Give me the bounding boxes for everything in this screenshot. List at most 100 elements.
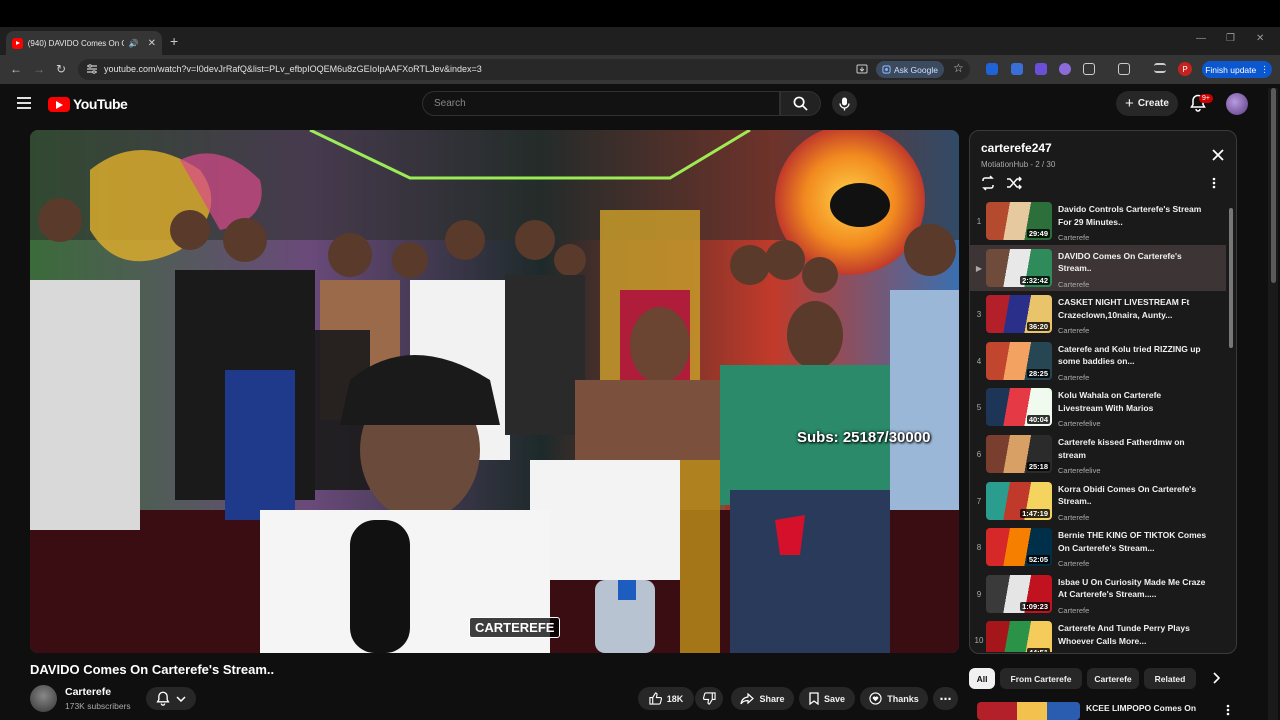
tab-title: (940) DAVIDO Comes On Ca	[27, 38, 124, 48]
install-icon[interactable]	[856, 63, 868, 75]
chip-from-carterefe[interactable]: From Carterefe	[1000, 668, 1082, 689]
playlist-title[interactable]: carterefe247	[981, 141, 1052, 155]
playlist-item-title: Isbae U On Curiosity Made Me Craze At Ca…	[1058, 576, 1206, 600]
loop-icon[interactable]	[980, 175, 996, 191]
chip-related[interactable]: Related	[1144, 668, 1196, 689]
shield-extension-icon[interactable]	[1035, 63, 1047, 75]
playlist-item-thumbnail[interactable]: 28:25	[986, 341, 1052, 380]
finish-update-label: Finish update	[1205, 64, 1257, 75]
save-button[interactable]: Save	[799, 687, 855, 710]
playlist-item-title: Caterefe and Kolu tried RIZZING up some …	[1058, 343, 1201, 367]
channel-avatar[interactable]	[30, 685, 57, 712]
playlist-item[interactable]: 7 1:47:19 Korra Obidi Comes On Carterefe's…	[970, 478, 1226, 525]
watermark: CARTEREFE	[469, 617, 561, 638]
playlist-item-thumbnail[interactable]: 2:32:42	[986, 248, 1052, 287]
playlist-item-title: Carterefe kissed Fatherdmw on stream	[1058, 437, 1185, 460]
profile-avatar[interactable]: P	[1178, 62, 1192, 76]
next-video-thumbnail[interactable]	[977, 702, 1080, 720]
playlist-item[interactable]: 4 28:25 Caterefe and Kolu tried RIZZING up…	[970, 338, 1226, 385]
chevron-right-icon[interactable]	[1212, 672, 1220, 684]
reading-list-icon[interactable]	[1154, 63, 1166, 73]
chip-all[interactable]: All	[969, 668, 995, 689]
chip-carterefe[interactable]: Carterefe	[1087, 668, 1139, 689]
reload-icon[interactable]: ↻	[56, 62, 66, 76]
thumbs-down-icon	[702, 692, 716, 705]
playlist-item[interactable]: ▶ 2:32:42 DAVIDO Comes On Carterefe's Stre…	[970, 244, 1226, 292]
menu-icon[interactable]	[16, 96, 32, 110]
search-input[interactable]: Search	[422, 91, 780, 116]
playlist-item-thumbnail[interactable]: 40:04	[986, 388, 1052, 427]
playlist-item-thumbnail[interactable]: 52:05	[986, 528, 1052, 567]
playlist-close-icon[interactable]	[1210, 147, 1226, 163]
dislike-button[interactable]	[695, 687, 723, 710]
plus-icon: +	[1125, 95, 1134, 112]
minimize-icon[interactable]: —	[1196, 33, 1206, 44]
site-info-icon[interactable]	[86, 64, 98, 74]
ask-google-label: Ask Google	[894, 64, 938, 75]
back-icon[interactable]: ←	[10, 62, 22, 76]
playlist-item-index: 1	[976, 217, 982, 226]
video-title: DAVIDO Comes On Carterefe's Stream..	[30, 662, 275, 677]
playlist-item-index: 8	[976, 543, 982, 553]
playlist-item-title: Kolu Wahala on Carterefe Livestream With…	[1058, 390, 1162, 413]
thumbs-up-icon	[649, 692, 662, 705]
finish-update-button[interactable]: Finish update ⋮	[1202, 61, 1272, 78]
create-label: Create	[1137, 98, 1169, 109]
extensions-puzzle-icon[interactable]	[1083, 63, 1095, 75]
playlist-item-thumbnail[interactable]: 36:20	[986, 295, 1052, 334]
restore-icon[interactable]: ❐	[1226, 33, 1235, 44]
more-actions-icon[interactable]: ⋯	[933, 687, 958, 710]
kebab-menu-icon: ⋮	[1260, 64, 1269, 74]
screen-top-bar	[0, 0, 1280, 27]
thanks-button[interactable]: Thanks	[860, 687, 928, 710]
youtube-logo-text: YouTube	[73, 96, 128, 112]
youtube-play-icon	[48, 96, 70, 112]
new-tab-icon[interactable]: +	[170, 33, 178, 49]
forward-icon[interactable]: →	[33, 62, 45, 76]
youtube-logo[interactable]: YouTube	[48, 96, 128, 112]
playlist-item-duration: 2:32:42	[1020, 275, 1050, 285]
playlist-item-duration: 29:49	[1026, 229, 1050, 238]
user-avatar[interactable]	[1226, 93, 1248, 115]
playlist-more-icon[interactable]	[1212, 177, 1216, 189]
tab-close-icon[interactable]: ✕	[148, 38, 156, 49]
playlist-item[interactable]: 9 1:09:23 Isbae U On Curiosity Made Me Cra…	[970, 571, 1226, 618]
voice-search-button[interactable]	[832, 91, 857, 116]
create-button[interactable]: + Create	[1116, 91, 1178, 116]
playlist-item-thumbnail[interactable]: 1:47:19	[986, 481, 1052, 520]
playlist-item[interactable]: 3 36:20 CASKET NIGHT LIVESTREAM Ft Crazecl…	[970, 291, 1226, 338]
playlist-item-thumbnail[interactable]: 1:09:23	[986, 574, 1052, 613]
playlist-item[interactable]: 10 44:51 Carterefe And Tunde Perry Plays W…	[970, 617, 1226, 652]
next-video-title[interactable]: KCEE LIMPOPO Comes On	[1086, 703, 1196, 713]
browser-tab[interactable]: (940) DAVIDO Comes On Ca 🔊 ✕	[6, 31, 162, 55]
like-count: 18K	[666, 693, 684, 704]
playlist-item-thumbnail[interactable]: 44:51	[986, 621, 1052, 652]
playlist-item[interactable]: 5 40:04 Kolu Wahala on Carterefe Livestrea…	[970, 384, 1226, 431]
next-video-more-icon[interactable]	[1226, 704, 1230, 716]
cloud-extension-icon[interactable]	[1059, 63, 1071, 75]
window-close-icon[interactable]: ✕	[1256, 33, 1264, 44]
channel-name[interactable]: Carterefe	[65, 686, 111, 698]
playlist-item[interactable]: 8 52:05 Bernie THE KING OF TIKTOK Comes On…	[970, 524, 1226, 571]
playlist-item[interactable]: 6 25:18 Carterefe kissed Fatherdmw on stre…	[970, 431, 1226, 478]
share-button[interactable]: Share	[731, 687, 794, 710]
translate-extension-icon[interactable]	[1011, 63, 1023, 75]
playlist-item-duration: 52:05	[1026, 555, 1050, 565]
playlist-scrollbar[interactable]	[1228, 200, 1234, 650]
subscription-bell-button[interactable]	[146, 687, 196, 710]
playlist-item-thumbnail[interactable]: 25:18	[986, 435, 1052, 473]
page-scrollbar[interactable]	[1268, 88, 1278, 720]
media-icon[interactable]	[1118, 63, 1130, 75]
extension-n-icon[interactable]	[986, 63, 998, 75]
ask-google-button[interactable]: Ask Google	[876, 61, 944, 78]
playlist-item-duration: 1:47:19	[1020, 508, 1050, 518]
like-button[interactable]: 18K	[638, 687, 694, 710]
speaker-icon[interactable]: 🔊	[129, 39, 139, 48]
shuffle-icon[interactable]	[1006, 175, 1022, 191]
video-player[interactable]	[30, 130, 959, 653]
playlist-item[interactable]: 1 29:49 Davido Controls Carterefe's Stream…	[970, 198, 1226, 245]
bookmark-star-icon[interactable]: ☆	[953, 61, 964, 75]
search-button[interactable]	[780, 91, 821, 116]
playlist-item-thumbnail[interactable]: 29:49	[986, 202, 1052, 240]
channel-subscribers: 173K subscribers	[65, 701, 131, 711]
